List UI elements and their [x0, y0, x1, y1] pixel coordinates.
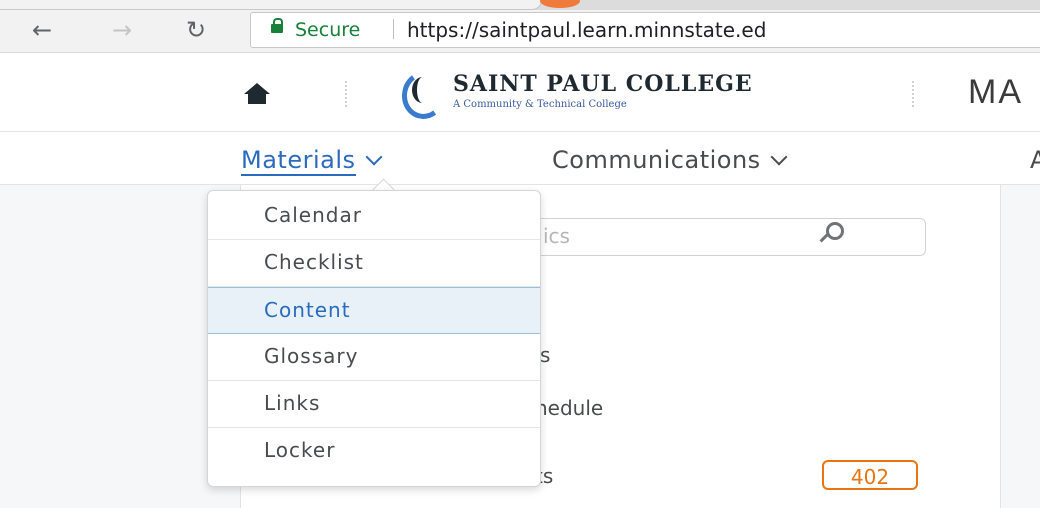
- header-separator: [345, 81, 347, 107]
- menu-item-label: Checklist: [264, 250, 364, 274]
- materials-dropdown-menu: Calendar Checklist Content Glossary Link…: [207, 190, 541, 487]
- chevron-down-icon: [365, 148, 383, 166]
- lock-icon: [271, 18, 283, 33]
- count-badge: 402: [822, 460, 918, 490]
- list-item[interactable]: nedule: [535, 396, 603, 420]
- nav-next-item[interactable]: A: [1030, 146, 1040, 174]
- college-tagline: A Community & Technical College: [453, 99, 627, 110]
- course-title[interactable]: MA: [968, 73, 1023, 112]
- menu-item-glossary[interactable]: Glossary: [208, 334, 540, 381]
- home-icon[interactable]: [244, 83, 270, 105]
- search-placeholder: ics: [543, 224, 570, 248]
- secure-label: Secure: [295, 19, 361, 41]
- menu-item-links[interactable]: Links: [208, 381, 540, 428]
- tab-favicon-icon: [540, 0, 580, 8]
- nav-communications-label: Communications: [552, 146, 761, 174]
- college-name[interactable]: SAINT PAUL COLLEGE: [453, 71, 753, 97]
- header-separator: [912, 81, 914, 107]
- menu-item-calendar[interactable]: Calendar: [208, 193, 540, 240]
- panel-divider: [1000, 185, 1001, 508]
- browser-toolbar: ← → ↻ Secure https://saintpaul.learn.min…: [0, 0, 1040, 53]
- forward-arrow-icon[interactable]: →: [112, 18, 132, 42]
- nav-materials[interactable]: Materials: [241, 146, 383, 176]
- browser-tab[interactable]: [0, 0, 542, 10]
- menu-item-locker[interactable]: Locker: [208, 428, 540, 475]
- search-icon[interactable]: [819, 222, 844, 244]
- menu-item-label: Content: [264, 298, 351, 322]
- url-divider: [393, 19, 394, 39]
- site-header: SAINT PAUL COLLEGE A Community & Technic…: [0, 53, 1040, 132]
- menu-item-label: Locker: [264, 438, 336, 462]
- college-logo-icon[interactable]: [398, 67, 450, 123]
- nav-materials-label: Materials: [241, 146, 356, 176]
- menu-item-label: Calendar: [264, 203, 362, 227]
- nav-next-label: A: [1030, 146, 1040, 174]
- nav-communications[interactable]: Communications: [552, 146, 788, 174]
- tab-strip: [0, 0, 1040, 10]
- list-item[interactable]: s: [540, 343, 550, 367]
- menu-item-checklist[interactable]: Checklist: [208, 240, 540, 287]
- menu-item-content[interactable]: Content: [208, 287, 540, 334]
- address-bar[interactable]: Secure https://saintpaul.learn.minnstate…: [250, 12, 1040, 48]
- chevron-down-icon: [770, 148, 788, 166]
- url-text[interactable]: https://saintpaul.learn.minnstate.ed: [407, 18, 766, 42]
- course-navbar: Materials Communications A: [0, 132, 1040, 185]
- menu-item-label: Links: [264, 391, 321, 415]
- menu-item-label: Glossary: [264, 344, 359, 368]
- back-arrow-icon[interactable]: ←: [32, 18, 52, 42]
- reload-icon[interactable]: ↻: [186, 18, 206, 42]
